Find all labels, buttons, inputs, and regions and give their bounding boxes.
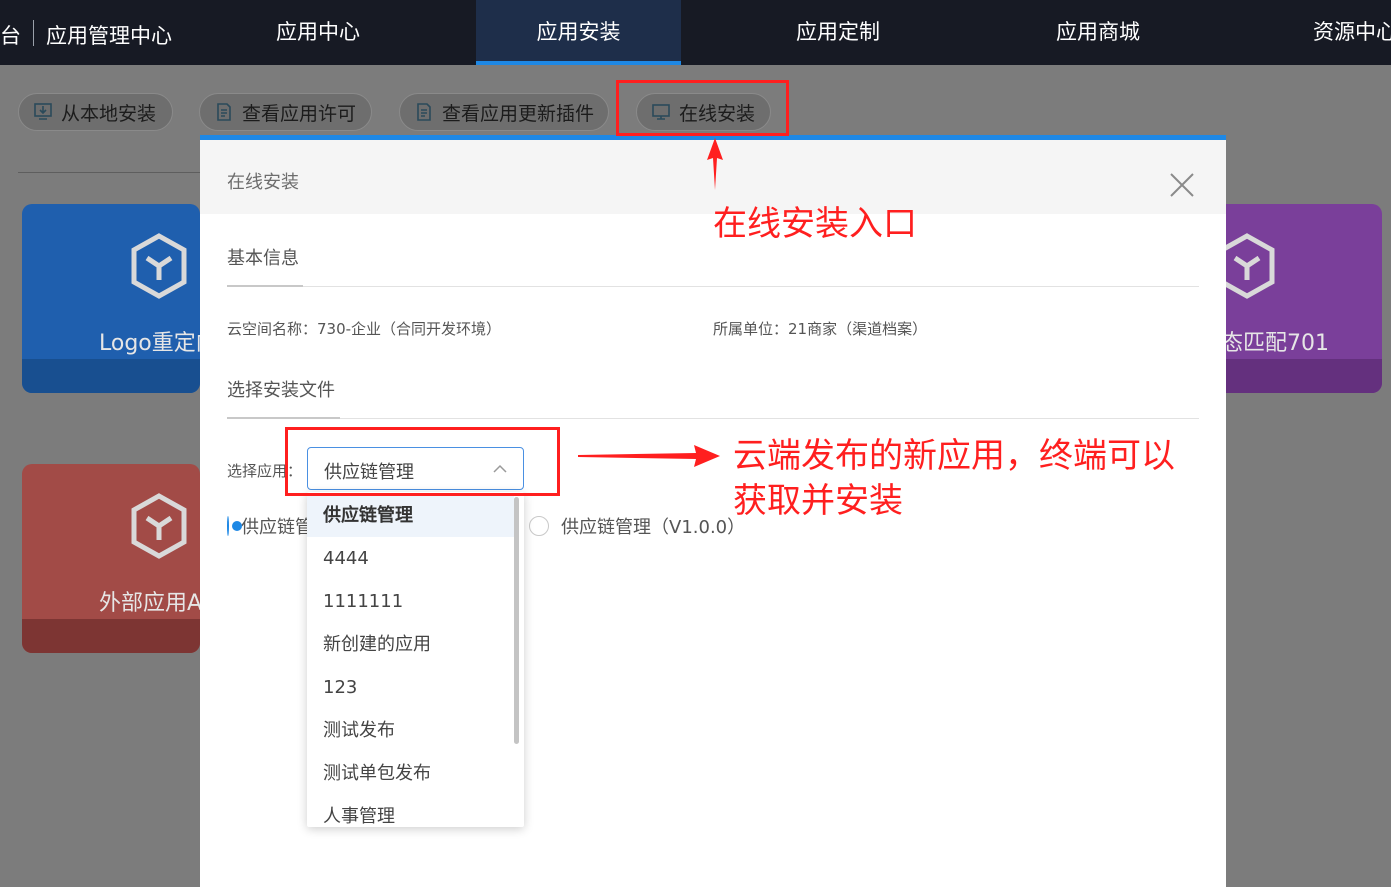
tab-app-install[interactable]: 应用安装 [476,0,681,65]
dropdown-option[interactable]: 测试发布 [307,709,514,752]
annotation-cloud-line1: 云端发布的新应用，终端可以 [733,436,1175,476]
space-name-value: 730-企业（合同开发环境） [317,320,502,338]
annotation-cloud-line2: 获取并安装 [733,481,903,521]
annotation-box-select [285,427,560,496]
cube-icon [131,233,187,299]
app-card-label: 外部应用A [99,591,200,616]
app-card-label: Logo重定向 [99,331,200,356]
section-select-file: 选择安装文件 [227,380,335,401]
view-update-plugin-label: 查看应用更新插件 [442,102,595,125]
app-title: 应用管理中心 [46,24,172,48]
dropdown-option[interactable]: 测试单包发布 [307,752,514,795]
cube-icon [131,493,187,559]
dropdown-scrollbar[interactable] [514,497,519,744]
dialog-title: 在线安装 [227,172,299,193]
radio-checked[interactable] [227,516,242,536]
card-footer [1226,359,1382,393]
app-card-dynamic-match[interactable]: 动态匹配701 [1226,204,1382,393]
dropdown-option[interactable]: 新创建的应用 [307,623,514,666]
divider-line [18,172,200,173]
view-license-button[interactable]: 查看应用许可 [199,93,372,131]
card-footer [22,359,200,393]
brand-fragment: 台 [0,24,21,48]
app-card-external-a[interactable]: 外部应用A [22,464,200,653]
app-select-dropdown: 供应链管理 4444 1111111 新创建的应用 123 测试发布 测试单包发… [307,492,524,827]
dropdown-option[interactable]: 人事管理 [307,795,514,827]
view-update-plugin-button[interactable]: 查看应用更新插件 [399,93,609,131]
app-card-logo-redirect[interactable]: Logo重定向 [22,204,200,393]
annotation-arrow-right [578,445,720,467]
card-footer [22,619,200,653]
local-install-button[interactable]: 从本地安装 [18,93,173,131]
unit-info: 所属单位：21商家（渠道档案） [713,318,927,339]
section-basic-info: 基本信息 [227,248,299,269]
annotation-box-online-install [616,80,789,136]
top-nav: 台 应用管理中心 应用中心 应用安装 应用定制 应用商城 资源中心 [0,0,1391,65]
annotation-arrow-up [707,138,723,190]
dropdown-option[interactable]: 1111111 [307,580,514,623]
section-underline [227,285,303,287]
tab-app-customize[interactable]: 应用定制 [756,0,920,65]
section-line [227,286,1199,287]
tab-app-center[interactable]: 应用中心 [236,0,400,65]
unit-label: 所属单位： [713,320,789,338]
space-name-info: 云空间名称：730-企业（合同开发环境） [227,318,501,339]
version-radio-option[interactable]: 供应链管理（V1.0.0） [227,514,307,538]
nav-divider [33,20,34,46]
version-radio-label: 供应链管理（V1.0.0） [561,517,746,538]
view-license-label: 查看应用许可 [242,102,357,125]
annotation-entry-label: 在线安装入口 [713,204,917,244]
local-install-label: 从本地安装 [61,102,157,125]
cube-icon [1226,233,1275,299]
radio-unchecked[interactable] [529,516,549,536]
space-name-label: 云空间名称： [227,320,318,338]
close-icon[interactable] [1169,172,1195,198]
version-radio-option[interactable]: 供应链管理（V1.0.0） [529,514,745,538]
tab-resource-center[interactable]: 资源中心 [1275,0,1391,65]
version-radio-label: 供应链管理（V1.0.0） [241,517,307,538]
dropdown-option[interactable]: 供应链管理 [307,494,514,537]
download-monitor-icon [34,103,52,120]
unit-value: 21商家（渠道档案） [788,320,928,338]
app-card-label: 动态匹配701 [1226,331,1329,356]
dropdown-option[interactable]: 123 [307,666,514,709]
document-icon [217,103,231,121]
section-line [227,418,1199,419]
section-underline [227,417,340,419]
dropdown-option[interactable]: 4444 [307,537,514,580]
tab-app-store[interactable]: 应用商城 [1016,0,1180,65]
document-icon [417,103,431,121]
